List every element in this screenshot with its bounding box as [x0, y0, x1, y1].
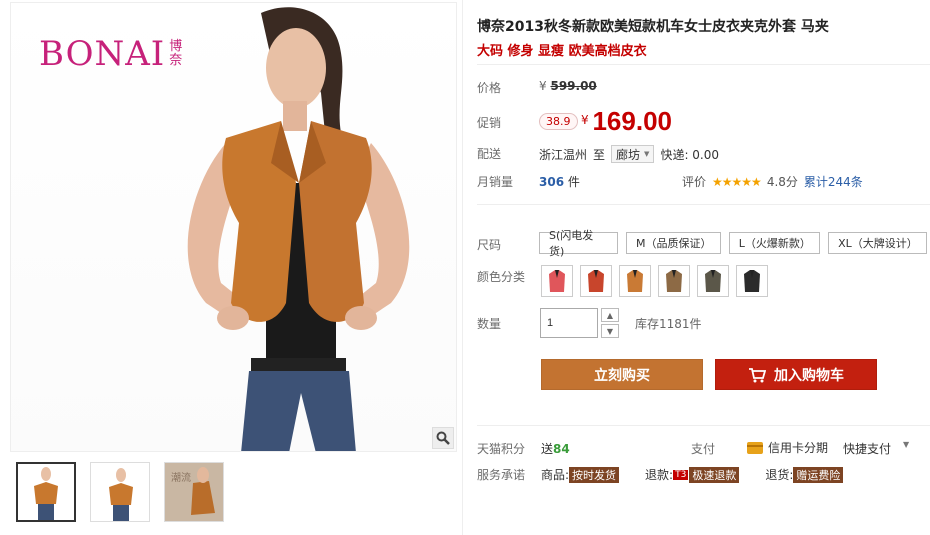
add-to-cart-label: 加入购物车: [774, 367, 844, 384]
stock-count: 库存1181件: [635, 316, 702, 331]
discount-badge: 38.9: [539, 113, 578, 130]
size-label: 尺码: [477, 238, 502, 252]
quick-pay-label: 快捷支付: [843, 442, 892, 456]
return-label: 退货:: [765, 468, 794, 482]
divider: [477, 425, 930, 426]
jacket-swatch-icon: [666, 270, 682, 292]
quick-pay[interactable]: 快捷支付 ▼: [843, 440, 909, 457]
svg-text:潮流: 潮流: [171, 471, 191, 484]
quantity-arrows: ▲ ▼: [601, 308, 619, 338]
thumbnail-3[interactable]: 潮流: [164, 462, 224, 522]
rating-summary: 评价 ★★★★★ 4.8分 累计244条: [682, 173, 863, 190]
region-value: 廊坊: [616, 147, 641, 162]
refund-label: 退款:: [645, 468, 674, 482]
jacket-swatch-icon: [549, 270, 565, 292]
divider: [477, 204, 930, 205]
currency-symbol: ¥: [539, 79, 547, 93]
monthly-sales-unit: 件: [567, 175, 580, 189]
service-promise-row: 服务承诺 商品: 按时发货 退款: T3 极速退款 退货: 赠运费险: [477, 466, 927, 483]
color-option-1[interactable]: [541, 265, 573, 297]
price-label: 价格: [477, 81, 502, 95]
tmall-points-row: 天猫积分 送84 支付 信用卡分期 快捷支付 ▼: [477, 440, 927, 456]
monthly-sales-label: 月销量: [477, 175, 514, 189]
size-option-xl[interactable]: XL（大牌设计）: [828, 232, 927, 254]
jacket-swatch-icon: [705, 270, 721, 292]
current-price-value: 169.00: [592, 106, 672, 136]
quantity-stepper: ▲ ▼ 库存1181件: [540, 308, 702, 338]
rating-score: 4.8分: [766, 175, 798, 189]
quantity-label: 数量: [477, 317, 502, 331]
color-option-3[interactable]: [619, 265, 651, 297]
column-divider: [462, 0, 463, 535]
product-title: 博奈2013秋冬新款欧美短款机车女士皮衣夹克外套 马夹: [477, 19, 829, 35]
monthly-sales: 306 件: [539, 173, 580, 190]
fast-refund-tag: 极速退款: [689, 466, 740, 483]
buy-now-button[interactable]: 立刻购买: [541, 359, 703, 390]
service-promise-label: 服务承诺: [477, 468, 526, 482]
model-photo: [187, 7, 410, 451]
express-fee: 快递: 0.00: [660, 147, 720, 162]
main-product-image[interactable]: BONAI 博奈: [10, 2, 457, 452]
monthly-sales-count: 306: [539, 175, 565, 189]
ship-from: 浙江温州: [539, 147, 588, 162]
credit-card-icon: [747, 441, 763, 454]
region-select[interactable]: 廊坊 ▼: [611, 145, 655, 163]
color-option-2[interactable]: [580, 265, 612, 297]
promise-refund: 退款: T3 极速退款: [645, 466, 740, 483]
divider: [477, 64, 930, 65]
t3-badge: T3: [673, 469, 689, 480]
cart-icon: [749, 367, 766, 382]
thumbnail-image: 潮流: [165, 463, 223, 521]
delivery-label: 配送: [477, 147, 502, 161]
thumbnail-image: [34, 467, 58, 520]
product-subtitle: 大码 修身 显瘦 欧美高档皮衣: [477, 44, 647, 59]
tmall-points-label: 天猫积分: [477, 442, 526, 456]
jacket-swatch-icon: [627, 270, 643, 292]
original-price-value: 599.00: [550, 79, 597, 93]
color-options: [541, 265, 768, 297]
quantity-input[interactable]: [540, 308, 598, 338]
jacket-swatch-icon: [588, 270, 604, 292]
points-number: 84: [553, 442, 570, 456]
size-options: S(闪电发货) M（品质保证） L（火爆新款） XL（大牌设计）: [539, 229, 927, 258]
thumbnail-image: [109, 468, 133, 521]
promise-goods: 商品: 按时发货: [541, 466, 620, 483]
size-option-l[interactable]: L（火爆新款）: [728, 232, 821, 254]
promo-label: 促销: [477, 116, 502, 130]
thumbnail-2[interactable]: [90, 462, 150, 522]
increase-button[interactable]: ▲: [601, 308, 619, 322]
delivery-info: 浙江温州 至 廊坊 ▼ 快递: 0.00: [539, 145, 719, 163]
current-price: ¥ 169.00: [581, 106, 672, 137]
color-option-6[interactable]: [736, 265, 768, 297]
tmall-points-value: 送84: [541, 440, 570, 457]
dropdown-arrow-icon: ▼: [644, 150, 650, 158]
points-prefix: 送: [541, 442, 554, 456]
thumbnail-strip: 潮流: [16, 462, 224, 522]
zoom-button[interactable]: [432, 427, 454, 449]
color-option-4[interactable]: [658, 265, 690, 297]
rating-label: 评价: [682, 175, 707, 189]
promise-return: 退货: 赠运费险: [765, 466, 844, 483]
credit-installment-label: 信用卡分期: [768, 441, 829, 455]
currency-symbol: ¥: [581, 113, 589, 127]
ship-to-word: 至: [593, 147, 606, 162]
star-rating-icon: ★★★★★: [712, 174, 762, 189]
original-price: ¥ 599.00: [539, 79, 597, 93]
color-label: 颜色分类: [477, 270, 526, 284]
color-option-5[interactable]: [697, 265, 729, 297]
decrease-button[interactable]: ▼: [601, 324, 619, 338]
add-to-cart-button[interactable]: 加入购物车: [715, 359, 877, 390]
payment-label: 支付: [691, 442, 716, 456]
shipping-insurance-tag: 赠运费险: [793, 466, 844, 483]
expand-arrow-icon: ▼: [903, 440, 910, 449]
jacket-swatch-icon: [744, 270, 760, 292]
thumbnail-1[interactable]: [16, 462, 76, 522]
magnifier-icon: [436, 431, 450, 445]
size-option-m[interactable]: M（品质保证）: [625, 232, 721, 254]
size-option-s[interactable]: S(闪电发货): [539, 229, 618, 258]
goods-label: 商品:: [541, 468, 570, 482]
credit-installment[interactable]: 信用卡分期: [747, 439, 828, 456]
cumulative-reviews-link[interactable]: 累计244条: [804, 173, 863, 190]
ontime-ship-tag: 按时发货: [569, 466, 620, 483]
